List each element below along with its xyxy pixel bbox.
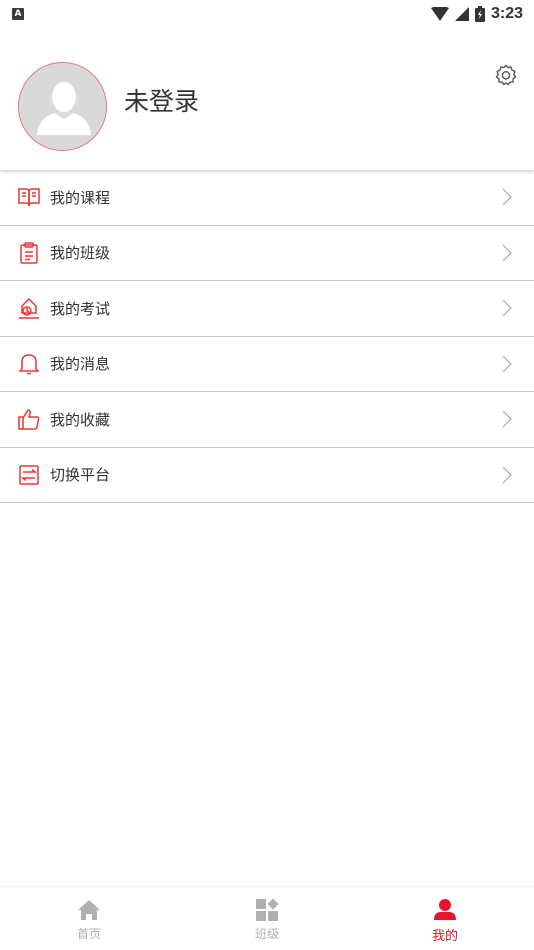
- nav-item-label: 班级: [254, 927, 279, 941]
- nav-item-home[interactable]: 首页: [0, 887, 178, 950]
- chevron-right-icon: [502, 355, 512, 373]
- battery-icon: [474, 6, 485, 22]
- exam-icon: [18, 297, 40, 319]
- menu-item-exams[interactable]: 我的考试: [0, 281, 534, 337]
- thumbs-up-icon: [18, 408, 40, 430]
- gear-icon: [495, 64, 517, 86]
- signal-icon: [454, 7, 469, 21]
- settings-button[interactable]: [494, 63, 518, 87]
- menu-item-label: 我的消息: [50, 355, 111, 374]
- clipboard-icon: [18, 242, 40, 264]
- menu-item-courses[interactable]: 我的课程: [0, 170, 534, 226]
- status-right: 3:23: [430, 5, 523, 23]
- menu-item-messages[interactable]: 我的消息: [0, 337, 534, 392]
- menu-item-switch-platform[interactable]: 切换平台: [0, 448, 534, 503]
- menu-item-classes[interactable]: 我的班级: [0, 226, 534, 281]
- bottom-nav: 首页 班级 我的: [0, 886, 534, 950]
- nav-item-label: 首页: [76, 927, 101, 941]
- notification-icon: A: [12, 8, 24, 20]
- nav-item-mine[interactable]: 我的: [356, 887, 534, 950]
- home-icon: [76, 897, 102, 923]
- book-icon: [18, 186, 40, 208]
- chevron-right-icon: [502, 299, 512, 317]
- default-avatar-icon: [19, 63, 106, 150]
- profile-header: 未登录: [0, 28, 534, 170]
- bell-icon: [18, 353, 40, 375]
- chevron-right-icon: [502, 244, 512, 262]
- chevron-right-icon: [502, 188, 512, 206]
- wifi-icon: [430, 7, 449, 21]
- username-label[interactable]: 未登录: [124, 82, 199, 118]
- menu-item-label: 我的考试: [50, 299, 111, 318]
- switch-icon: [18, 464, 40, 486]
- profile-screen: A 3:23 未登录 我的课程 我的班级 我的考试 我的消息 我的收藏 切换平台…: [0, 0, 534, 950]
- status-time: 3:23: [490, 5, 523, 22]
- menu-item-favorites[interactable]: 我的收藏: [0, 392, 534, 448]
- menu-item-label: 我的收藏: [50, 410, 111, 429]
- menu-list: 我的课程 我的班级 我的考试 我的消息 我的收藏 切换平台: [0, 170, 534, 503]
- menu-item-label: 切换平台: [50, 466, 111, 485]
- menu-item-label: 我的课程: [50, 188, 111, 207]
- grid-icon: [254, 897, 280, 923]
- status-bar: A 3:23: [0, 0, 534, 28]
- chevron-right-icon: [502, 410, 512, 428]
- menu-item-label: 我的班级: [50, 244, 111, 263]
- nav-item-class[interactable]: 班级: [178, 887, 356, 950]
- avatar[interactable]: [18, 62, 107, 151]
- chevron-right-icon: [502, 466, 512, 484]
- user-icon: [432, 897, 458, 923]
- nav-item-label: 我的: [431, 929, 458, 944]
